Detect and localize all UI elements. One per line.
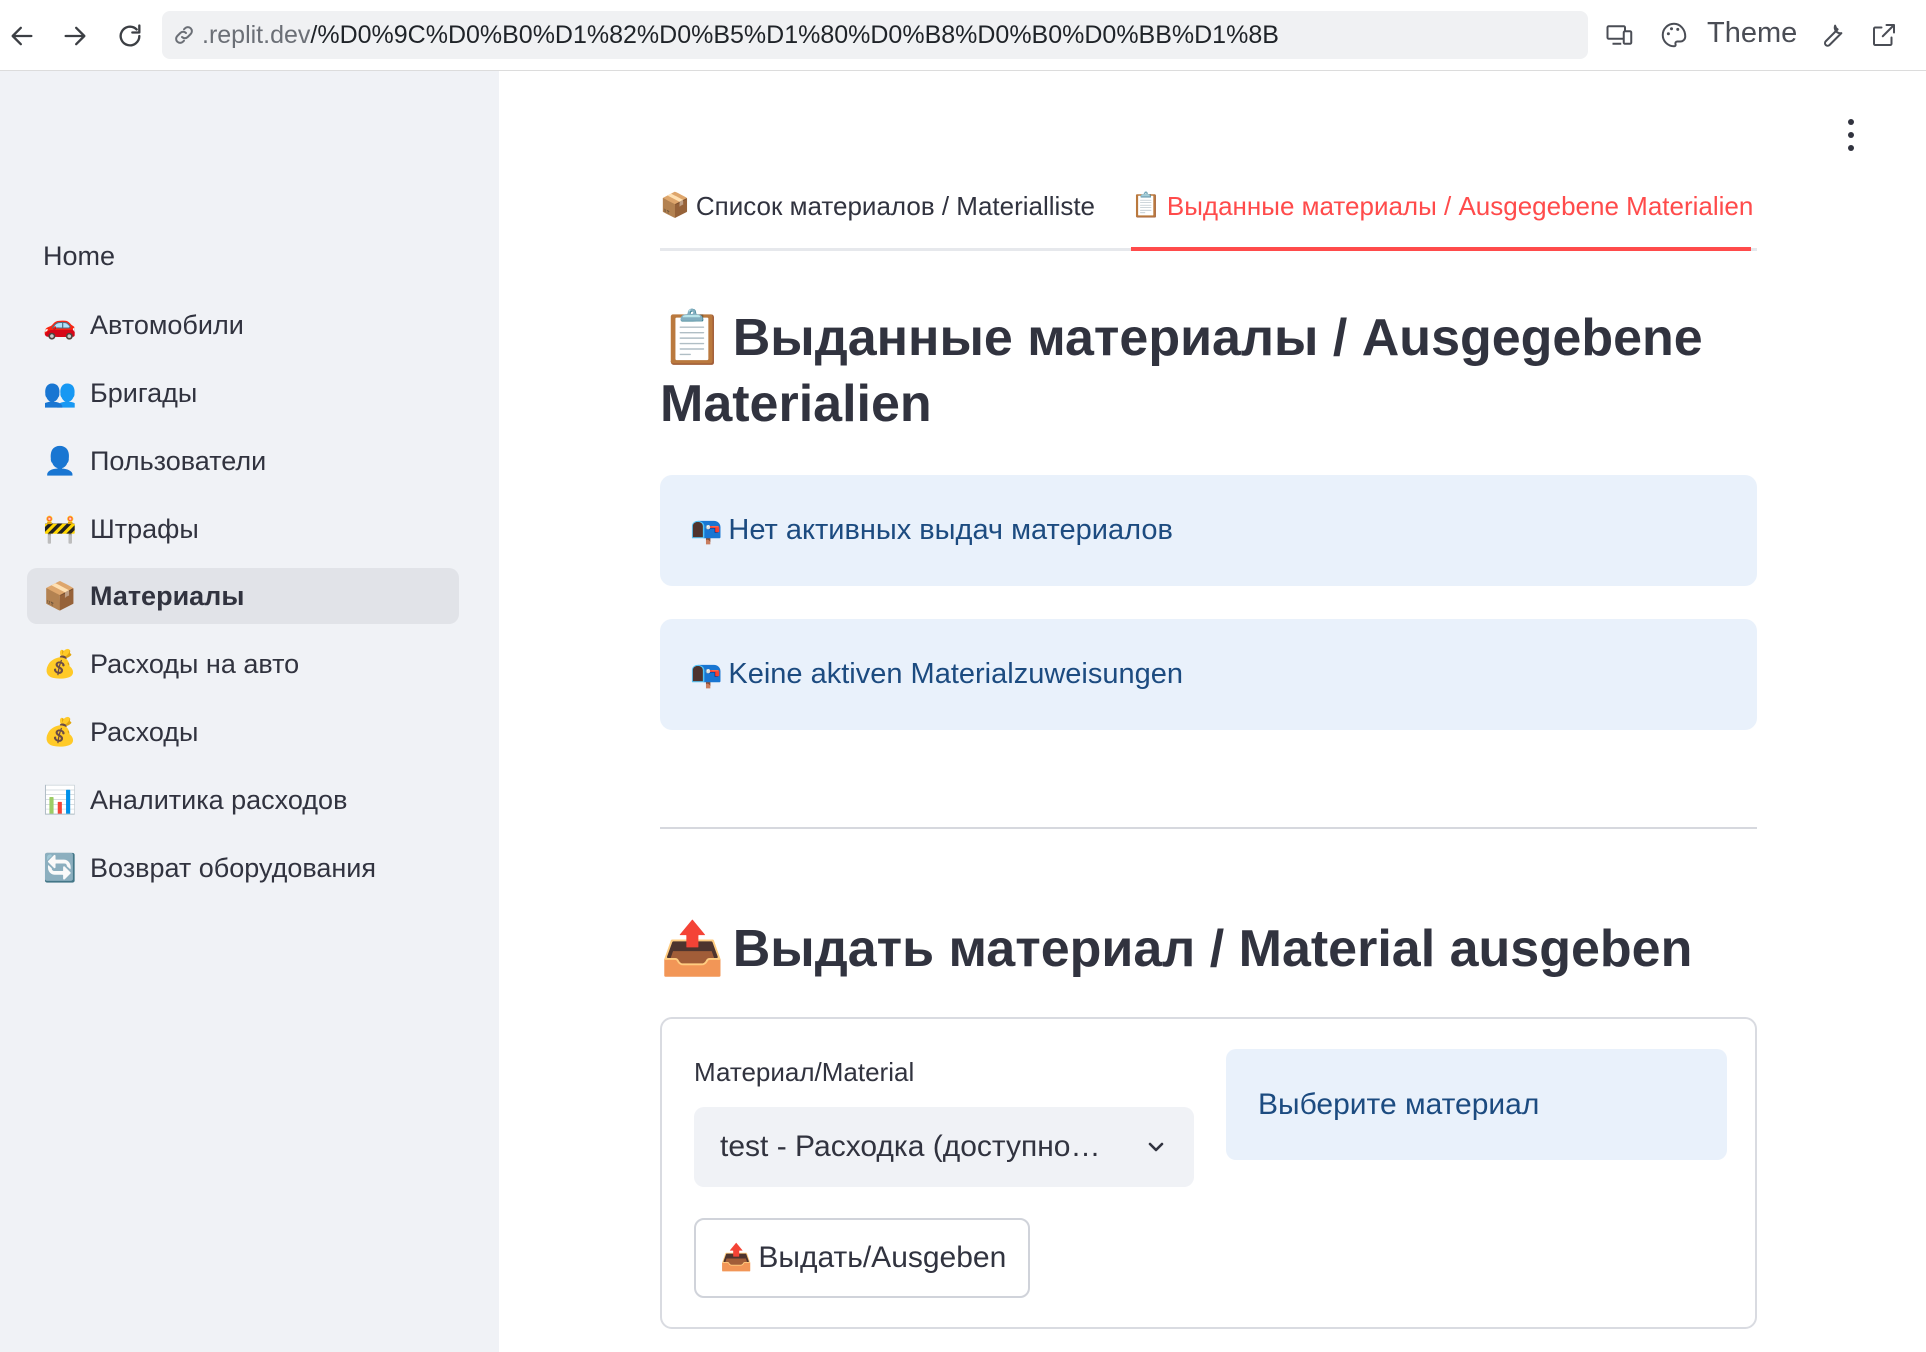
sidebar-item-home[interactable]: Home <box>43 241 115 272</box>
sidebar-item-car-expenses[interactable]: 💰 Расходы на авто <box>27 636 459 692</box>
outbox-icon: 📤 <box>720 1243 753 1273</box>
sidebar-item-label: Автомобили <box>90 309 244 340</box>
info-text: Нет активных выдач материалов <box>728 514 1173 546</box>
construction-icon: 🚧 <box>43 513 77 545</box>
external-link-icon[interactable] <box>1865 16 1903 54</box>
sidebar-item-label: Аналитика расходов <box>90 784 348 815</box>
section-title-text: Выдать материал / Material ausgeben <box>732 920 1693 978</box>
info-text: Keine aktiven Materialzuweisungen <box>728 658 1183 690</box>
mailbox-icon: 📭 <box>690 659 723 690</box>
tab-issued-materials[interactable]: 📋 Выданные материалы / Ausgegebene Mater… <box>1131 185 1753 251</box>
sidebar-item-label: Штрафы <box>90 513 199 544</box>
material-select[interactable]: test - Расходка (доступно… <box>694 1107 1194 1187</box>
tab-bar: 📦 Список материалов / Materialliste 📋 Вы… <box>660 185 1757 251</box>
sidebar-item-label: Материалы <box>90 580 245 611</box>
mailbox-icon: 📭 <box>690 515 723 546</box>
devices-icon[interactable] <box>1601 16 1639 54</box>
sidebar-item-expense-analytics[interactable]: 📊 Аналитика расходов <box>27 772 459 828</box>
chevron-down-icon <box>1148 1142 1164 1152</box>
sidebar-item-label: Бригады <box>90 377 198 408</box>
browser-toolbar: .replit.dev/%D0%9C%D0%B0%D1%82%D0%B5%D1%… <box>0 0 1926 71</box>
issue-button[interactable]: 📤 Выдать/Ausgeben <box>694 1218 1030 1298</box>
sidebar-item-brigades[interactable]: 👥 Бригады <box>27 365 459 421</box>
info-no-issues-ru: 📭 Нет активных выдач материалов <box>660 475 1757 586</box>
page-title: 📋 Выданные материалы / Ausgegebene Materi… <box>660 305 1760 437</box>
material-field-label: Материал/Material <box>694 1057 915 1087</box>
hint-text: Выберите материал <box>1258 1087 1540 1121</box>
select-material-hint: Выберите материал <box>1226 1049 1727 1160</box>
sidebar-item-cars[interactable]: 🚗 Автомобили <box>27 297 459 353</box>
section-divider <box>660 827 1757 829</box>
url-host: .replit.dev <box>202 20 311 49</box>
sidebar-item-label: Возврат оборудования <box>90 852 377 883</box>
sidebar-item-label: Пользователи <box>90 445 267 476</box>
sidebar-item-label: Расходы на авто <box>90 648 300 679</box>
sidebar: Home 🚗 Автомобили 👥 Бригады 👤 Пользовате… <box>0 71 499 1352</box>
tab-material-list[interactable]: 📦 Список материалов / Materialliste <box>660 185 1095 251</box>
clipboard-icon: 📋 <box>1131 191 1161 219</box>
package-icon: 📦 <box>43 580 77 612</box>
clipboard-icon: 📋 <box>660 308 725 368</box>
sidebar-item-fines[interactable]: 🚧 Штрафы <box>27 501 459 557</box>
issue-form: Материал/Material test - Расходка (досту… <box>660 1017 1757 1329</box>
wrench-icon[interactable] <box>1813 16 1851 54</box>
reload-icon[interactable] <box>108 14 152 58</box>
car-icon: 🚗 <box>43 309 77 341</box>
outbox-icon: 📤 <box>660 919 725 979</box>
bar-chart-icon: 📊 <box>43 784 77 816</box>
package-icon: 📦 <box>660 191 690 219</box>
refresh-icon: 🔄 <box>43 852 77 884</box>
main-menu-icon[interactable] <box>1836 115 1866 155</box>
link-icon <box>175 26 193 44</box>
section-title-issue: 📤 Выдать материал / Material ausgeben <box>660 916 1760 982</box>
money-bag-icon: 💰 <box>43 716 77 748</box>
url-path: /%D0%9C%D0%B0%D1%82%D0%B5%D1%80%D0%B8%D0… <box>310 20 1279 49</box>
user-icon: 👤 <box>43 445 77 477</box>
people-icon: 👥 <box>43 377 77 409</box>
forward-arrow-icon[interactable] <box>53 14 97 58</box>
active-tab-indicator <box>1131 247 1751 251</box>
theme-label[interactable]: Theme <box>1707 17 1797 50</box>
sidebar-item-materials[interactable]: 📦 Материалы <box>27 568 459 624</box>
material-select-value: test - Расходка (доступно… <box>720 1130 1101 1163</box>
sidebar-item-users[interactable]: 👤 Пользователи <box>27 433 459 489</box>
money-bag-icon: 💰 <box>43 648 77 680</box>
issue-button-label: Выдать/Ausgeben <box>758 1241 1007 1274</box>
back-arrow-icon[interactable] <box>0 14 44 58</box>
sidebar-item-expenses[interactable]: 💰 Расходы <box>27 704 459 760</box>
tab-label: Список материалов / Materialliste <box>695 191 1096 221</box>
info-no-issues-de: 📭 Keine aktiven Materialzuweisungen <box>660 619 1757 730</box>
address-bar[interactable]: .replit.dev/%D0%9C%D0%B0%D1%82%D0%B5%D1%… <box>162 11 1588 59</box>
sidebar-item-equipment-return[interactable]: 🔄 Возврат оборудования <box>27 840 459 896</box>
tab-label: Выданные материалы / Ausgegebene Materia… <box>1166 191 1754 221</box>
palette-icon[interactable] <box>1655 16 1693 54</box>
page-title-text: Выданные материалы / Ausgegebene Materia… <box>660 309 1703 433</box>
sidebar-item-label: Расходы <box>90 716 199 747</box>
